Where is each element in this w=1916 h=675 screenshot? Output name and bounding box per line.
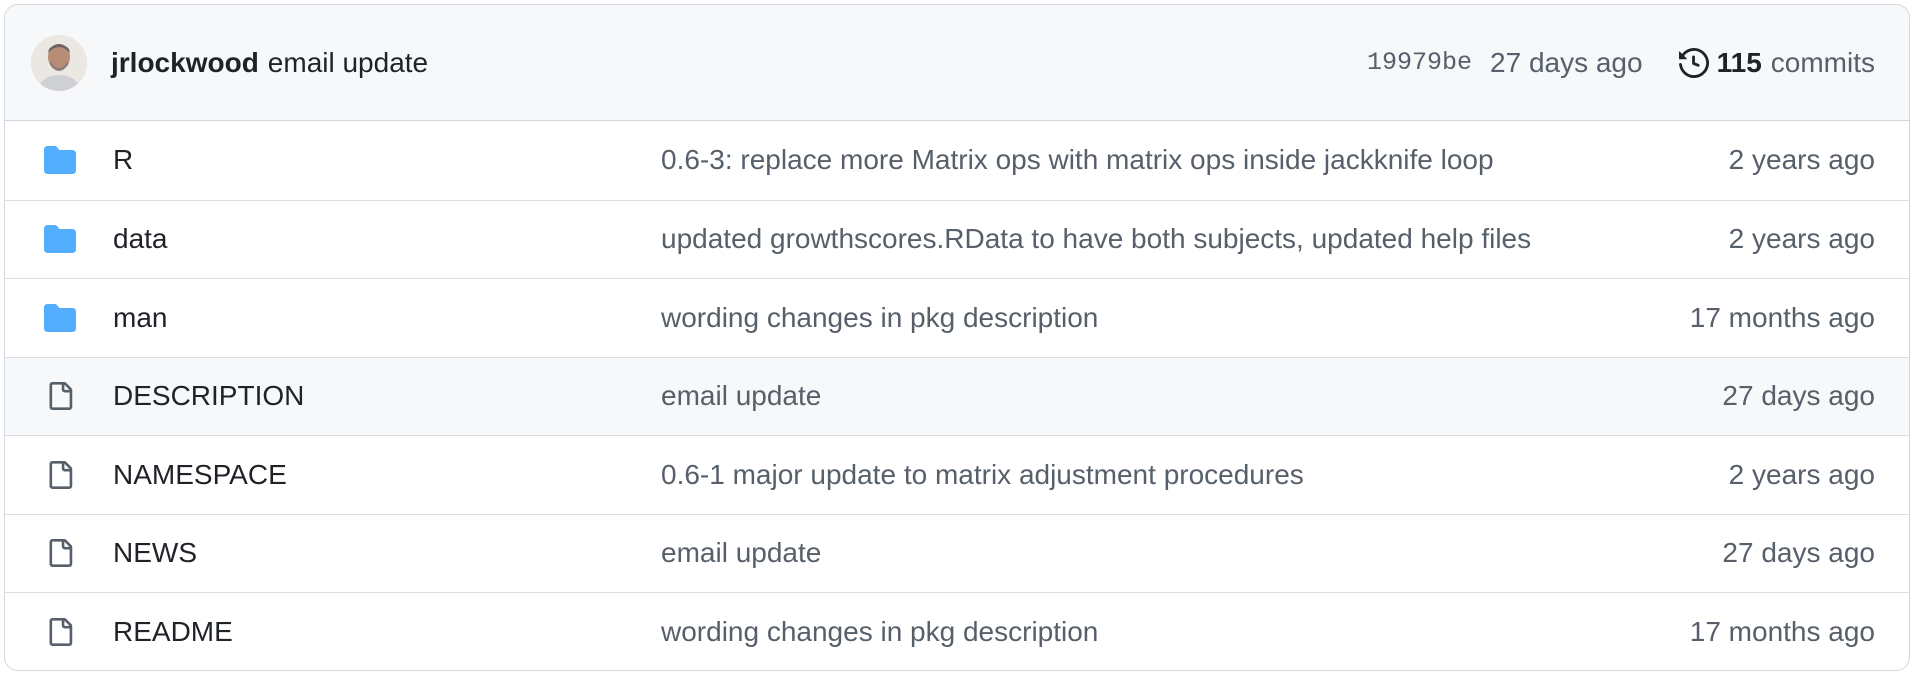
file-commit-message[interactable]: email update <box>661 380 821 412</box>
avatar[interactable] <box>31 34 87 91</box>
history-icon <box>1678 47 1709 78</box>
file-name[interactable]: NEWS <box>113 537 197 569</box>
file-name[interactable]: README <box>113 616 233 648</box>
file-name[interactable]: man <box>113 302 167 334</box>
commits-link[interactable]: 115 commits <box>1678 46 1875 79</box>
commit-message[interactable]: email update <box>268 47 428 79</box>
file-age: 27 days ago <box>1722 380 1875 412</box>
file-age: 17 months ago <box>1689 301 1875 333</box>
file-row[interactable]: NEWS email update 27 days ago <box>5 513 1909 593</box>
commit-count: 115 <box>1716 46 1762 78</box>
file-row[interactable]: README wording changes in pkg descriptio… <box>5 592 1909 670</box>
commit-sha[interactable]: 19979be <box>1367 48 1472 77</box>
file-name[interactable]: DESCRIPTION <box>113 380 304 412</box>
file-age: 17 months ago <box>1689 615 1875 647</box>
file-age: 2 years ago <box>1728 223 1875 255</box>
file-row[interactable]: R 0.6-3: replace more Matrix ops with ma… <box>5 121 1909 200</box>
file-commit-message[interactable]: wording changes in pkg description <box>661 302 1098 334</box>
file-row[interactable]: NAMESPACE 0.6-1 major update to matrix a… <box>5 435 1909 514</box>
file-icon <box>41 534 79 572</box>
file-age: 27 days ago <box>1722 537 1875 569</box>
file-commit-message[interactable]: email update <box>661 537 821 569</box>
folder-icon <box>41 220 79 258</box>
folder-icon <box>41 141 79 179</box>
file-row[interactable]: data updated growthscores.RData to have … <box>5 199 1909 279</box>
commit-age: 27 days ago <box>1490 46 1643 78</box>
file-icon <box>41 377 79 415</box>
commits-label: commits <box>1770 46 1875 78</box>
file-name[interactable]: data <box>113 223 168 255</box>
folder-icon <box>41 299 79 337</box>
file-commit-message[interactable]: updated growthscores.RData to have both … <box>661 223 1531 255</box>
file-row[interactable]: DESCRIPTION email update 27 days ago <box>5 356 1909 435</box>
file-age: 2 years ago <box>1728 144 1875 176</box>
file-commit-message[interactable]: 0.6-1 major update to matrix adjustment … <box>661 459 1304 491</box>
file-row[interactable]: man wording changes in pkg description 1… <box>5 278 1909 357</box>
commit-author[interactable]: jrlockwood <box>111 47 259 79</box>
file-name[interactable]: NAMESPACE <box>113 459 287 491</box>
file-icon <box>41 456 79 494</box>
file-commit-message[interactable]: 0.6-3: replace more Matrix ops with matr… <box>661 144 1494 176</box>
latest-commit-bar: jrlockwood email update 19979be 27 days … <box>5 5 1909 121</box>
file-name[interactable]: R <box>113 144 133 176</box>
file-list: R 0.6-3: replace more Matrix ops with ma… <box>5 121 1909 670</box>
file-browser: jrlockwood email update 19979be 27 days … <box>4 4 1910 671</box>
file-age: 2 years ago <box>1728 458 1875 490</box>
file-commit-message[interactable]: wording changes in pkg description <box>661 616 1098 648</box>
file-icon <box>41 613 79 651</box>
